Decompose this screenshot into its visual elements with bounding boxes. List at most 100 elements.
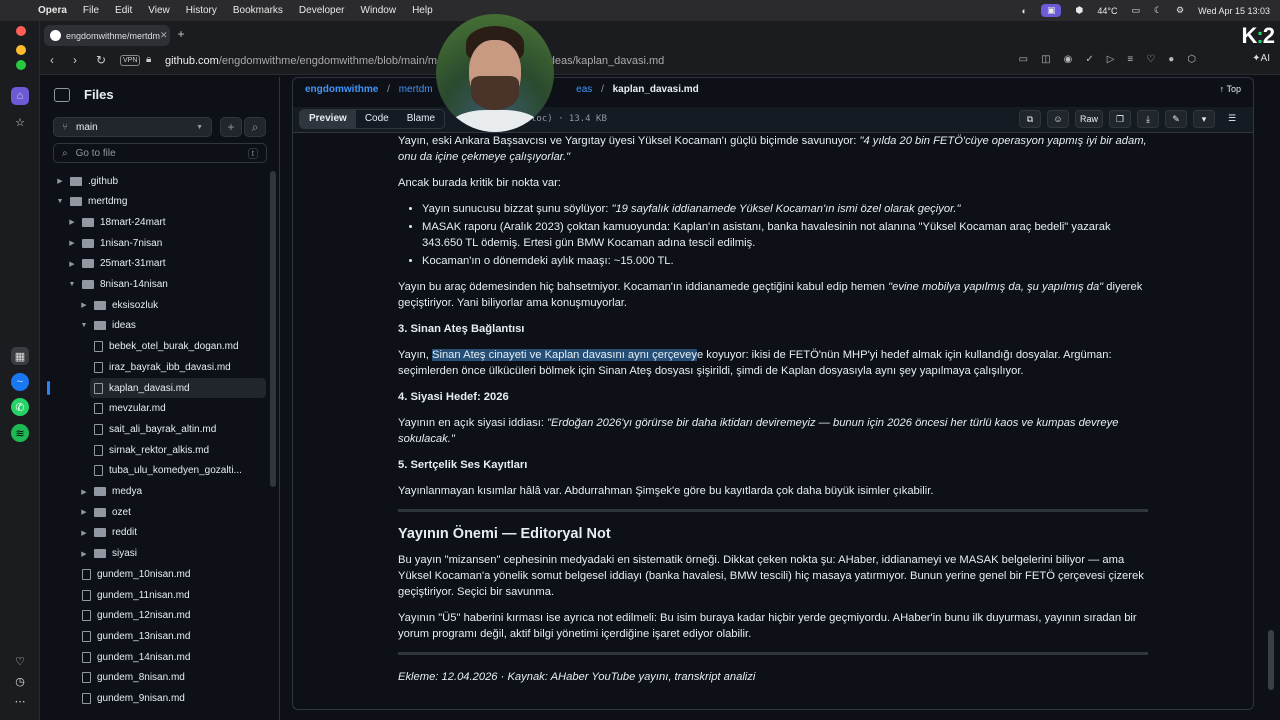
tree-file[interactable]: gundem_8nisan.md [78, 668, 266, 688]
temperature-readout[interactable]: 44°C [1097, 6, 1117, 16]
branch-selector[interactable]: ⑂ main ▼ [53, 117, 212, 137]
lock-icon[interactable]: 🔒︎ [146, 54, 151, 65]
tab-github[interactable]: engdomwithme/mertdm ✕ [44, 25, 170, 46]
tree-folder[interactable]: ▶ eksisozluk [78, 295, 266, 315]
edit-icon[interactable]: ✎ [1165, 110, 1187, 128]
new-tab-button[interactable]: + [174, 27, 188, 41]
tab-code[interactable]: Code [356, 110, 398, 128]
flow-icon[interactable]: ☆ [11, 113, 29, 131]
top-button[interactable]: ↑ Top [1220, 84, 1241, 94]
tree-file[interactable]: kaplan_davasi.md [90, 378, 266, 398]
chevron-down-icon[interactable]: ▼ [78, 322, 90, 329]
chevron-right-icon[interactable]: ▶ [78, 488, 90, 496]
tree-file[interactable]: gundem_10nisan.md [78, 564, 266, 584]
battery-icon[interactable]: ▭ [1131, 5, 1140, 16]
status-shield-icon[interactable]: ⬢ [1075, 5, 1083, 16]
spotify-icon[interactable]: ≋ [11, 424, 29, 442]
tree-file[interactable]: gundem_13nisan.md [78, 626, 266, 646]
chevron-down-icon[interactable]: ▼ [54, 198, 66, 205]
minimize-window-button[interactable] [16, 45, 26, 55]
check-icon[interactable]: ✓ [1085, 54, 1093, 65]
menu-bookmarks[interactable]: Bookmarks [233, 5, 283, 16]
tree-folder[interactable]: ▼ ideas [78, 316, 266, 336]
chevron-right-icon[interactable]: ▶ [78, 529, 90, 537]
tree-file[interactable]: tuba_ulu_komedyen_gozalti... [90, 461, 266, 481]
breadcrumb-repo[interactable]: engdomwithme [305, 84, 378, 95]
chevron-right-icon[interactable]: ▶ [66, 260, 78, 268]
tree-folder[interactable]: ▶ ozet [78, 502, 266, 522]
camera-icon[interactable]: ◉ [1064, 54, 1073, 65]
go-to-file-input[interactable]: ⌕ Go to file t [53, 143, 267, 163]
control-center-icon[interactable]: ⚙ [1176, 5, 1184, 16]
search-button[interactable]: ⌕ [244, 117, 266, 137]
reload-icon[interactable]: ↻ [96, 53, 106, 67]
tab-preview[interactable]: Preview [300, 110, 356, 128]
extension-icon[interactable]: ⬡ [1187, 54, 1196, 65]
chevron-right-icon[interactable]: ▶ [78, 301, 90, 309]
raw-button[interactable]: Raw [1074, 110, 1103, 128]
close-tab-icon[interactable]: ✕ [160, 30, 168, 41]
outline-icon[interactable]: ☰ [1221, 110, 1243, 128]
chevron-right-icon[interactable]: ▶ [54, 177, 66, 185]
open-panel-icon[interactable]: ⧉ [1018, 110, 1041, 128]
chevron-right-icon[interactable]: ▶ [78, 550, 90, 558]
selected-text[interactable]: Sinan Ateş cinayeti ve Kaplan davasını a… [432, 349, 697, 361]
tree-file[interactable]: bebek_otel_burak_dogan.md [90, 337, 266, 357]
tab-blame[interactable]: Blame [398, 110, 444, 128]
chevron-right-icon[interactable]: ▶ [66, 218, 78, 226]
more-icon[interactable]: ⋯ [11, 692, 29, 710]
home-icon[interactable]: ⌂ [11, 87, 29, 105]
vpn-badge[interactable]: VPN [120, 55, 141, 66]
heart-icon[interactable]: ♡ [11, 652, 29, 670]
messenger-icon[interactable]: ~ [11, 373, 29, 391]
breadcrumb-ideas[interactable]: eas [576, 84, 592, 95]
edit-dropdown-icon[interactable]: ▾ [1193, 110, 1215, 128]
url-field[interactable]: github.com/engdomwithme/engdomwithme/blo… [165, 55, 664, 67]
close-window-button[interactable] [16, 26, 26, 36]
status-app-icon[interactable]: ▣ [1040, 4, 1062, 17]
aria-ai-button[interactable]: ✦AI [1252, 53, 1270, 64]
send-icon[interactable]: ▷ [1107, 54, 1115, 65]
tree-folder[interactable]: ▶ 18mart-24mart [66, 212, 266, 232]
split-icon[interactable]: ◫ [1041, 54, 1050, 65]
tree-folder[interactable]: ▶ 25mart-31mart [66, 254, 266, 274]
tree-folder[interactable]: ▶ siyasi [78, 544, 266, 564]
clock[interactable]: Wed Apr 15 13:03 [1198, 6, 1270, 16]
tree-folder[interactable]: ▶ medya [78, 482, 266, 502]
menu-icon[interactable]: ≡ [1127, 54, 1133, 65]
heart-icon[interactable]: ♡ [1146, 54, 1155, 65]
menu-file[interactable]: File [83, 5, 99, 16]
chevron-down-icon[interactable]: ▼ [66, 281, 78, 288]
breadcrumb-dir[interactable]: mertdm [399, 84, 433, 95]
whatsapp-icon[interactable]: ✆ [11, 398, 29, 416]
page-scrollbar[interactable] [1268, 630, 1274, 690]
chevron-right-icon[interactable]: ▶ [78, 508, 90, 516]
status-circle-icon[interactable]: ◐ [1022, 6, 1027, 16]
workspace-icon[interactable]: ▦ [11, 347, 29, 365]
copy-icon[interactable]: ❐ [1109, 110, 1131, 128]
tree-file[interactable]: gundem_12nisan.md [78, 606, 266, 626]
tree-file[interactable]: sirnak_rektor_alkis.md [90, 440, 266, 460]
forward-icon[interactable]: › [73, 53, 77, 67]
tabs-icon[interactable]: ▭ [1019, 54, 1028, 65]
history-icon[interactable]: ◷ [11, 672, 29, 690]
copilot-icon[interactable]: ☺ [1046, 110, 1069, 128]
sidebar-scrollbar[interactable] [270, 171, 276, 487]
tree-file[interactable]: gundem_11nisan.md [78, 585, 266, 605]
menu-window[interactable]: Window [361, 5, 397, 16]
tree-folder[interactable]: ▼ mertdmg [54, 192, 266, 212]
chevron-right-icon[interactable]: ▶ [66, 239, 78, 247]
tree-file[interactable]: gundem_9nisan.md [78, 689, 266, 709]
back-icon[interactable]: ‹ [50, 53, 54, 67]
tree-file[interactable]: iraz_bayrak_ibb_davasi.md [90, 357, 266, 377]
zoom-window-button[interactable] [16, 60, 26, 70]
menu-help[interactable]: Help [412, 5, 433, 16]
profile-icon[interactable]: ● [1168, 54, 1174, 65]
tree-folder[interactable]: ▼ 8nisan-14nisan [66, 275, 266, 295]
menu-developer[interactable]: Developer [299, 5, 345, 16]
tree-file[interactable]: mevzular.md [90, 399, 266, 419]
tree-file[interactable]: sait_ali_bayrak_altin.md [90, 419, 266, 439]
tree-folder[interactable]: ▶ 1nisan-7nisan [66, 233, 266, 253]
tree-folder[interactable]: ▶ .github [54, 171, 266, 191]
menu-app[interactable]: Opera [38, 5, 67, 16]
